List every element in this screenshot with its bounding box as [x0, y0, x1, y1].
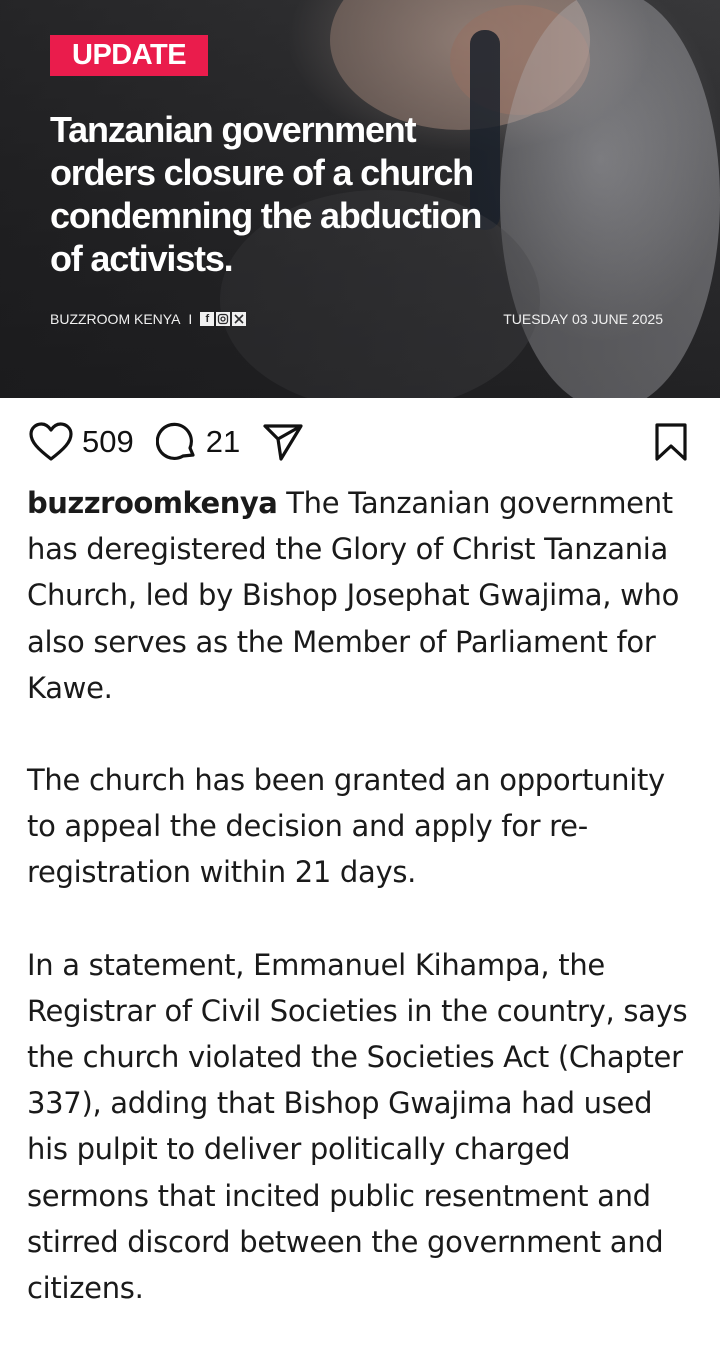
- like-count: 509: [82, 424, 134, 459]
- byline-separator: I: [188, 311, 193, 327]
- heart-icon: [29, 422, 73, 461]
- share-button[interactable]: [262, 421, 304, 463]
- comment-count: 21: [205, 424, 241, 459]
- comment-button[interactable]: 21: [155, 421, 262, 463]
- update-badge: UPDATE: [50, 35, 209, 76]
- post-date: TUESDAY 03 JUNE 2025: [503, 311, 663, 327]
- caption-paragraph: The church has been granted an opportuni…: [27, 763, 665, 890]
- facebook-icon: f: [200, 312, 215, 326]
- post-headline: Tanzanian government orders closure of a…: [50, 109, 482, 279]
- bookmark-icon: [655, 423, 687, 461]
- post-action-bar: 509 21: [28, 420, 692, 464]
- like-button[interactable]: 509: [28, 422, 156, 462]
- instagram-icon: [216, 312, 231, 326]
- save-button[interactable]: [654, 422, 688, 462]
- send-icon: [263, 424, 303, 461]
- byline: BUZZROOM KENYA I f: [50, 310, 248, 328]
- caption-username[interactable]: buzzroomkenya: [27, 486, 278, 520]
- source-name: BUZZROOM KENYA: [50, 311, 181, 327]
- caption-paragraph: buzzroomkenya The Tanzanian government h…: [27, 480, 697, 711]
- post-caption: buzzroomkenya The Tanzanian government h…: [27, 480, 697, 1357]
- x-icon: [232, 312, 247, 326]
- caption-paragraph: In a statement, Emmanuel Kihampa, the Re…: [27, 947, 688, 1306]
- post-image[interactable]: UPDATE Tanzanian government orders closu…: [0, 0, 720, 398]
- comment-icon: [155, 422, 195, 460]
